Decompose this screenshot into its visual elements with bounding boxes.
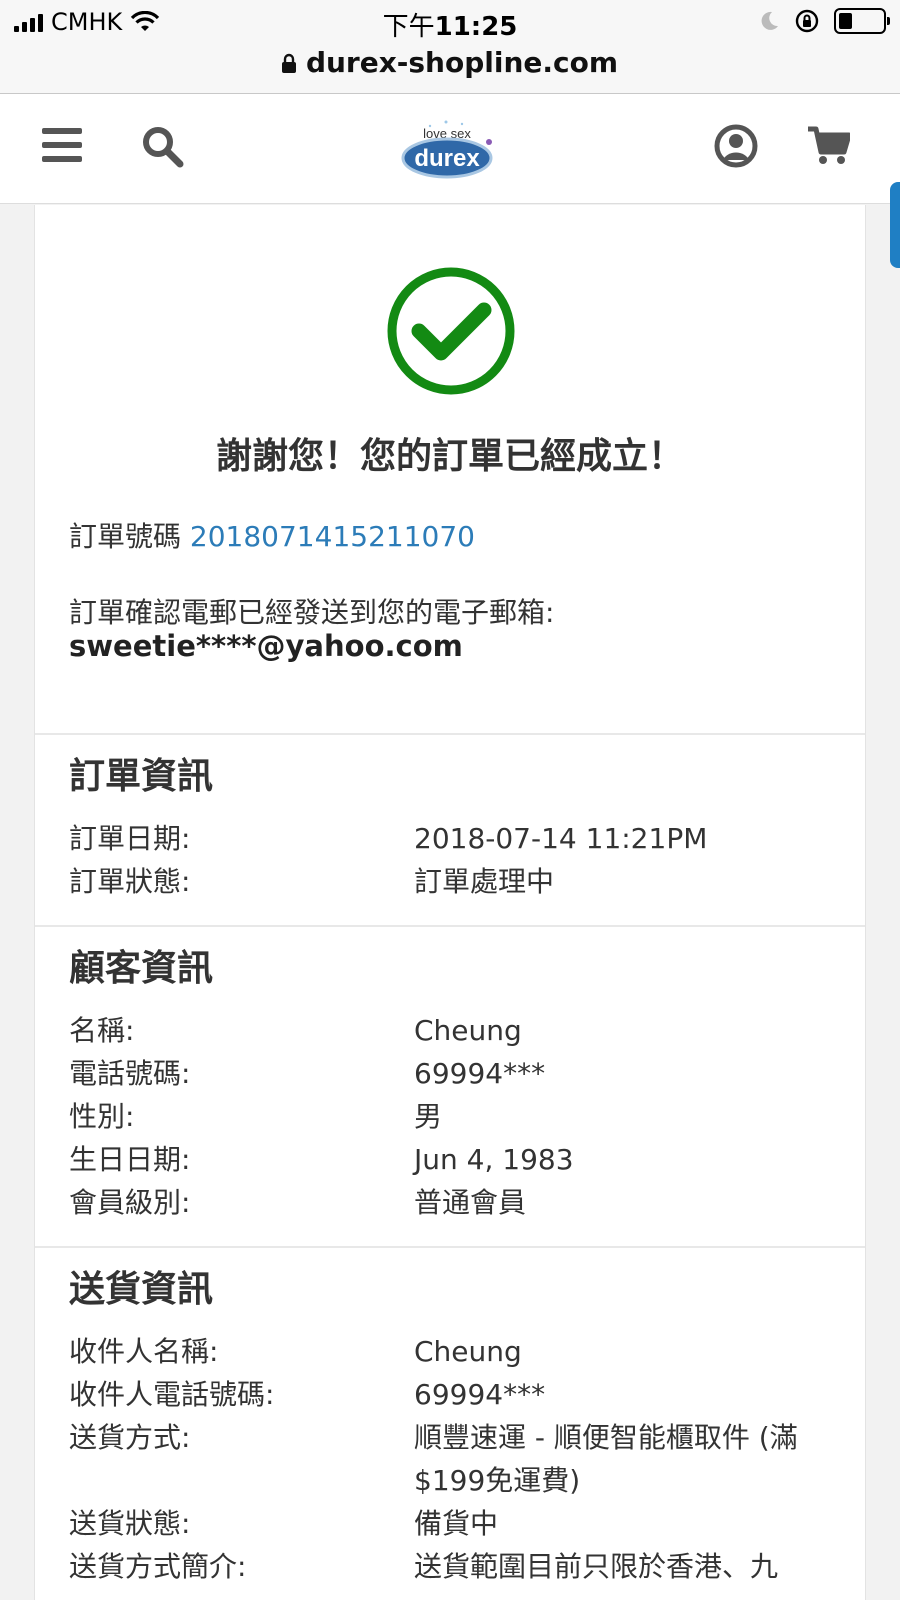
order-status-label: 訂單狀態: — [69, 865, 191, 898]
url-text: durex-shopline.com — [305, 46, 619, 79]
logo-text: durex — [414, 145, 480, 172]
side-feedback-tab[interactable] — [890, 182, 900, 268]
delivery-info-heading: 送貨資訊 — [69, 1269, 214, 1310]
order-number-label: 訂單號碼 — [69, 520, 182, 553]
customer-info-section: 顧客資訊 名稱: Cheung 電話號碼: 69994*** 性別: 男 生日日… — [35, 927, 865, 1248]
info-row: 訂單日期: 2018-07-14 11:21PM — [69, 817, 831, 860]
info-row: 收件人電話號碼: 69994*** — [69, 1373, 831, 1416]
customer-name-value: Cheung — [414, 1014, 522, 1047]
order-info-heading: 訂單資訊 — [69, 756, 214, 797]
info-row: 名稱: Cheung — [69, 1009, 831, 1052]
recipient-phone-label: 收件人電話號碼: — [69, 1378, 275, 1411]
order-number-line: 訂單號碼 2018071415211070 — [69, 515, 475, 555]
cart-icon[interactable] — [808, 126, 850, 166]
member-level-value: 普通會員 — [414, 1186, 527, 1219]
recipient-phone-value: 69994*** — [414, 1378, 546, 1411]
customer-birthday-value: Jun 4, 1983 — [414, 1143, 574, 1176]
customer-phone-label: 電話號碼: — [69, 1057, 191, 1090]
customer-email: sweetie****@yahoo.com — [69, 629, 463, 663]
customer-gender-label: 性別: — [69, 1100, 135, 1133]
moon-icon — [761, 11, 778, 30]
delivery-method-value: 順豐速運 - 順便智能櫃取件 (滿$199免運費) — [414, 1421, 798, 1497]
info-row: 送貨方式: 順豐速運 - 順便智能櫃取件 (滿$199免運費) — [69, 1416, 831, 1502]
info-row: 訂單狀態: 訂單處理中 — [69, 860, 831, 903]
info-row: 電話號碼: 69994*** — [69, 1052, 831, 1095]
durex-logo[interactable]: love sex durex — [400, 108, 494, 188]
customer-birthday-label: 生日日期: — [69, 1143, 191, 1176]
delivery-info-section: 送貨資訊 收件人名稱: Cheung 收件人電話號碼: 69994*** 送貨方… — [35, 1248, 865, 1600]
customer-gender-value: 男 — [414, 1100, 443, 1133]
url-display[interactable]: durex-shopline.com — [281, 46, 619, 79]
delivery-method-label: 送貨方式: — [69, 1421, 191, 1454]
order-date-label: 訂單日期: — [69, 822, 191, 855]
member-level-label: 會員級別: — [69, 1186, 191, 1219]
customer-phone-value: 69994*** — [414, 1057, 546, 1090]
status-bar: CMHK 下午11:25 — [0, 0, 900, 44]
info-row: 收件人名稱: Cheung — [69, 1330, 831, 1373]
battery-icon — [834, 8, 890, 34]
info-row: 生日日期: Jun 4, 1983 — [69, 1138, 831, 1181]
url-bar[interactable]: durex-shopline.com — [0, 44, 900, 94]
success-check-icon — [387, 267, 515, 395]
delivery-status-value: 備貨中 — [414, 1507, 499, 1540]
delivery-status-label: 送貨狀態: — [69, 1507, 191, 1540]
info-row: 送貨方式簡介: 送貨範圍目前只限於香港、九 — [69, 1545, 831, 1588]
menu-icon[interactable] — [42, 128, 82, 162]
time-prefix: 下午 — [382, 12, 435, 42]
customer-name-label: 名稱: — [69, 1014, 135, 1047]
order-date-value: 2018-07-14 11:21PM — [414, 822, 708, 855]
customer-info-heading: 顧客資訊 — [69, 948, 214, 989]
recipient-name-value: Cheung — [414, 1335, 522, 1368]
info-row: 送貨狀態: 備貨中 — [69, 1502, 831, 1545]
time-value: 11:25 — [434, 12, 518, 42]
info-row: 會員級別: 普通會員 — [69, 1181, 831, 1224]
search-icon[interactable] — [142, 126, 184, 168]
status-right — [758, 8, 890, 34]
confirmation-title: 謝謝您！您的訂單已經成立！ — [215, 436, 684, 477]
delivery-desc-label: 送貨方式簡介: — [69, 1550, 247, 1583]
email-notice: 訂單確認電郵已經發送到您的電子郵箱: — [69, 596, 555, 629]
order-number-link[interactable]: 2018071415211070 — [190, 520, 475, 553]
site-header: love sex durex — [0, 94, 900, 204]
rotation-lock-icon — [795, 9, 819, 33]
order-info-section: 訂單資訊 訂單日期: 2018-07-14 11:21PM 訂單狀態: 訂單處理… — [35, 735, 865, 927]
recipient-name-label: 收件人名稱: — [69, 1335, 219, 1368]
delivery-desc-value: 送貨範圍目前只限於香港、九 — [414, 1550, 779, 1583]
confirmation-hero: 謝謝您！您的訂單已經成立！ 訂單號碼 2018071415211070 訂單確認… — [35, 205, 865, 735]
order-confirmation-card: 謝謝您！您的訂單已經成立！ 訂單號碼 2018071415211070 訂單確認… — [34, 205, 866, 1600]
order-status-value: 訂單處理中 — [414, 865, 555, 898]
info-row: 性別: 男 — [69, 1095, 831, 1138]
lock-icon — [281, 53, 296, 73]
account-icon[interactable] — [714, 124, 758, 168]
